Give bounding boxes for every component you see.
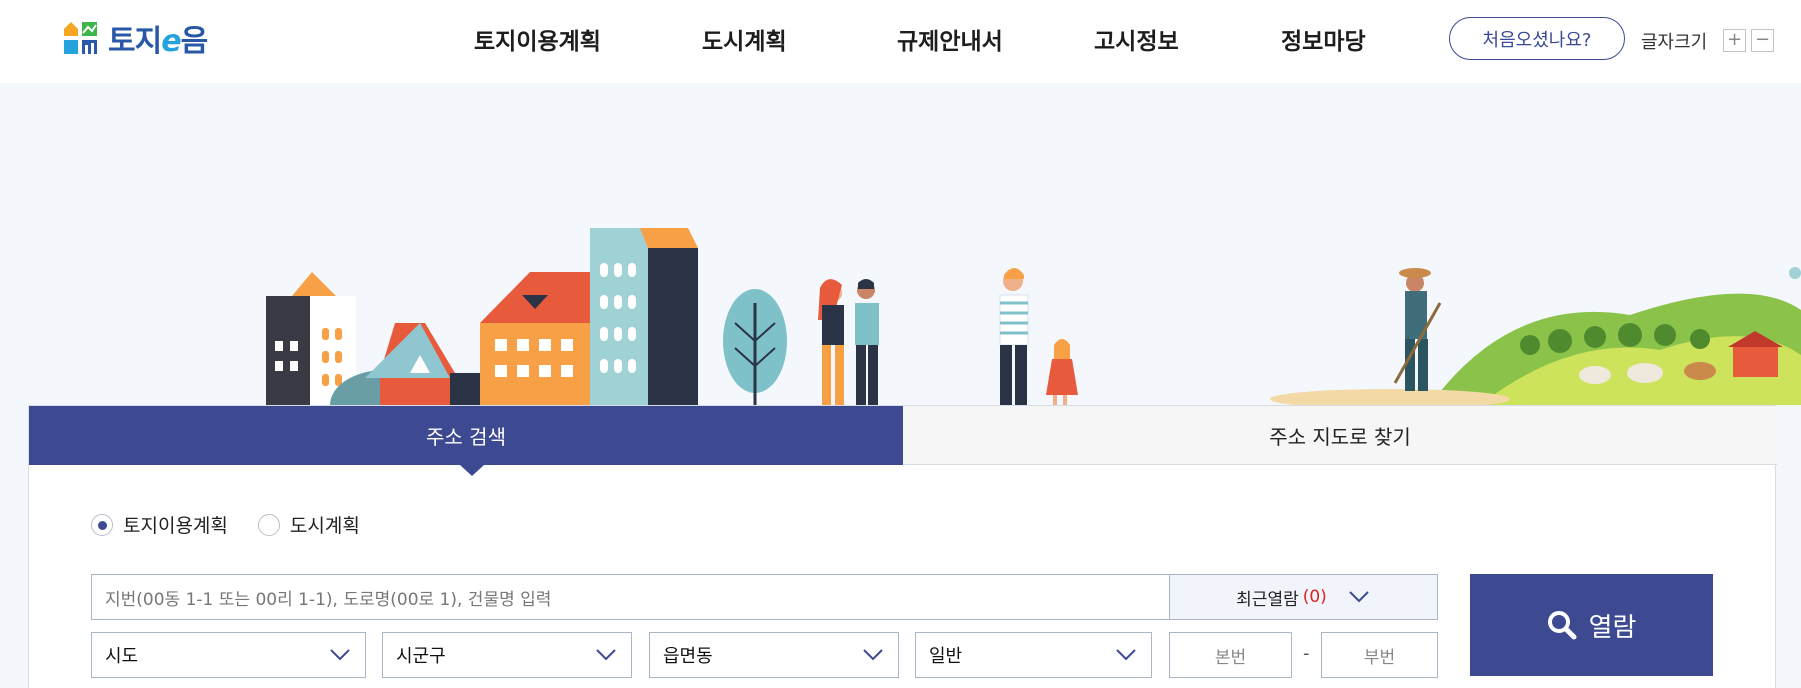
logo-text-part: 음 <box>180 24 209 59</box>
font-increase-button[interactable]: + <box>1723 29 1746 52</box>
active-tab-pointer <box>460 465 484 476</box>
chevron-down-icon <box>330 649 350 661</box>
search-icon <box>1547 611 1577 640</box>
view-button[interactable]: 열람 <box>1470 574 1713 676</box>
logo-mark-icon <box>64 22 97 54</box>
land-type-select[interactable]: 일반 <box>915 632 1152 678</box>
view-button-label: 열람 <box>1588 612 1637 643</box>
chevron-down-icon <box>1116 649 1136 661</box>
sido-select[interactable]: 시도 <box>91 632 366 678</box>
logo-text-e: e <box>161 24 181 59</box>
tab-address-map-search[interactable]: 주소 지도로 찾기 <box>903 406 1777 465</box>
address-search-input[interactable]: 지번(00동 1-1 또는 00리 1-1), 도로명(00로 1), 건물명 … <box>91 574 1169 620</box>
site-header: 토지e음 토지이용계획 도시계획 규제안내서 고시정보 정보마당 처음오셨나요?… <box>0 0 1801 83</box>
nav-item-urban-plan[interactable]: 도시계획 <box>702 22 787 56</box>
nav-item-info-plaza[interactable]: 정보마당 <box>1281 22 1366 56</box>
nav-item-regulation-guide[interactable]: 규제안내서 <box>897 22 1003 56</box>
chevron-down-icon <box>1349 591 1369 603</box>
radio-urban-plan[interactable] <box>257 513 280 536</box>
site-logo[interactable]: 토지e음 <box>62 16 209 60</box>
first-visit-button[interactable]: 처음오셨나요? <box>1449 17 1625 60</box>
farm-landscape-illustration <box>1270 267 1801 405</box>
sigungu-select-value: 시군구 <box>396 646 446 667</box>
nav-item-notice-info[interactable]: 고시정보 <box>1094 22 1179 56</box>
main-number-input[interactable]: 본번 <box>1169 632 1292 678</box>
font-size-label: 글자크기 <box>1641 32 1708 53</box>
recent-views-label: 최근열람 <box>1236 589 1299 610</box>
radio-label-urban-plan: 도시계획 <box>289 515 360 537</box>
address-search-panel: 주소 검색 주소 지도로 찾기 토지이용계획 도시계획 지번(00동 1-1 또… <box>28 405 1777 688</box>
land-type-select-value: 일반 <box>929 646 963 667</box>
couple-illustration <box>818 279 879 405</box>
father-child-illustration <box>999 268 1078 405</box>
eupmyeondong-select[interactable]: 읍면동 <box>649 632 899 678</box>
radio-label-land-use-plan: 토지이용계획 <box>123 515 228 537</box>
number-separator: - <box>1303 643 1310 664</box>
chevron-down-icon <box>863 649 883 661</box>
chevron-down-icon <box>596 649 616 661</box>
recent-views-dropdown[interactable]: 최근열람 (0) <box>1169 574 1438 620</box>
sub-number-input[interactable]: 부번 <box>1321 632 1438 678</box>
recent-views-count: (0) <box>1302 587 1327 607</box>
sigungu-select[interactable]: 시군구 <box>382 632 632 678</box>
hero-illustration <box>266 228 1801 405</box>
town-buildings-illustration <box>266 228 698 405</box>
logo-text-part: 토지 <box>108 24 162 59</box>
logo-text: 토지e음 <box>108 16 209 60</box>
sido-select-value: 시도 <box>105 646 139 667</box>
tab-address-search[interactable]: 주소 검색 <box>29 406 903 465</box>
radio-land-use-plan[interactable] <box>91 513 113 536</box>
font-decrease-button[interactable]: − <box>1751 29 1774 52</box>
eupmyeondong-select-value: 읍면동 <box>663 646 713 667</box>
plan-type-radio-group: 토지이용계획 도시계획 <box>91 511 380 538</box>
nav-item-land-use-plan[interactable]: 토지이용계획 <box>474 22 601 56</box>
tree-illustration <box>723 289 787 405</box>
